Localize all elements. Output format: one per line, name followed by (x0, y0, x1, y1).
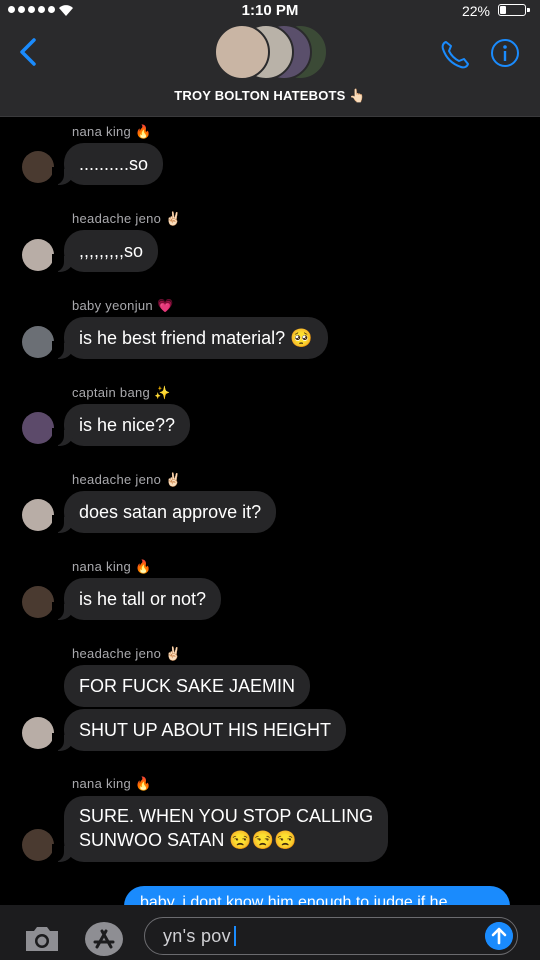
message-line: SUNWOO SATAN 😒😒😒 (79, 830, 297, 850)
message-bubble[interactable]: ,,,,,,,,,so (51, 230, 159, 272)
avatar[interactable] (22, 239, 54, 271)
phone-icon[interactable] (438, 38, 472, 72)
message-sender: baby yeonjun 💗 (72, 298, 174, 313)
message-sender: headache jeno ✌🏻 (72, 211, 182, 226)
status-bar: 1:10 PM 22% (0, 0, 540, 22)
send-arrow-icon[interactable] (485, 922, 513, 950)
input-value: yn's pov (163, 926, 231, 946)
group-avatar-stack[interactable] (212, 22, 332, 82)
avatar[interactable] (22, 499, 54, 531)
message-bubble[interactable]: SHUT UP ABOUT HIS HEIGHT (51, 709, 347, 751)
message-input[interactable]: yn's pov (144, 917, 518, 955)
message-bubble[interactable]: SURE. WHEN YOU STOP CALLING SUNWOO SATAN… (51, 796, 389, 862)
avatar[interactable] (22, 151, 54, 183)
avatar (214, 24, 270, 80)
avatar[interactable] (22, 412, 54, 444)
battery-icon (498, 4, 530, 16)
message-bubble[interactable]: is he nice?? (51, 404, 191, 446)
message-sender: headache jeno ✌🏻 (72, 646, 182, 661)
chat-header: 1:10 PM 22% TROY BOLTON HATEBOTS 👆🏻 (0, 0, 540, 117)
message-line: SURE. WHEN YOU STOP CALLING (79, 806, 374, 826)
message-sender: captain bang ✨ (72, 385, 171, 400)
message-sender: nana king 🔥 (72, 559, 152, 574)
message-input-bar: yn's pov (0, 905, 540, 960)
app-store-icon[interactable] (84, 921, 124, 957)
avatar[interactable] (22, 717, 54, 749)
message-bubble[interactable]: is he tall or not? (51, 578, 222, 620)
message-bubble[interactable]: FOR FUCK SAKE JAEMIN (64, 665, 311, 707)
text-caret (233, 926, 236, 946)
group-name[interactable]: TROY BOLTON HATEBOTS 👆🏻 (0, 88, 540, 104)
message-bubble[interactable]: is he best friend material? 🥺 (52, 317, 328, 359)
message-bubble[interactable]: ..........so (51, 143, 164, 185)
status-time: 1:10 PM (241, 2, 299, 19)
avatar[interactable] (22, 829, 54, 861)
info-icon[interactable] (490, 38, 520, 68)
message-sender: nana king 🔥 (72, 124, 152, 139)
message-bubble[interactable]: does satan approve it? (51, 491, 277, 533)
camera-icon[interactable] (24, 925, 60, 953)
battery-percentage: 22% (461, 3, 490, 19)
chevron-left-icon[interactable] (14, 36, 44, 68)
message-sender: nana king 🔥 (72, 776, 152, 791)
avatar[interactable] (22, 326, 54, 358)
message-sender: headache jeno ✌🏻 (72, 472, 182, 487)
avatar[interactable] (22, 586, 54, 618)
